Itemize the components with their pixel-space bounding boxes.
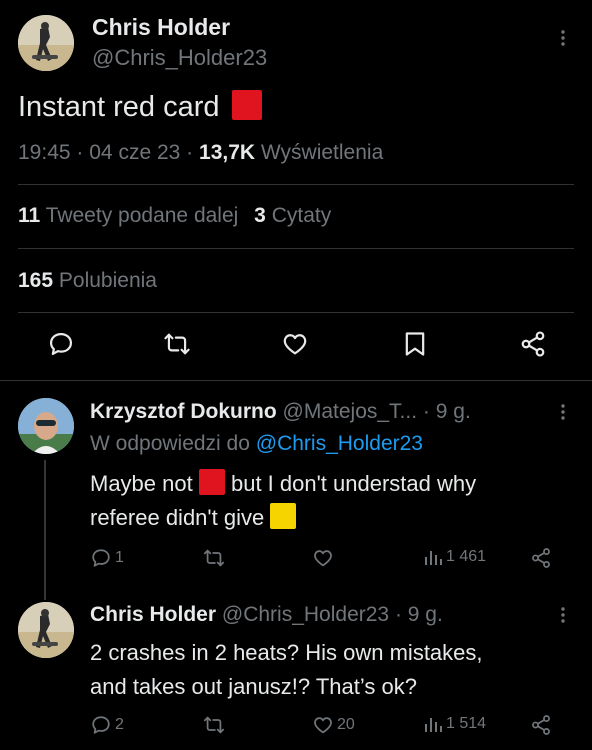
reply-icon: [92, 549, 110, 567]
avatar[interactable]: [18, 15, 74, 71]
like-button[interactable]: 20: [312, 714, 355, 736]
views-button[interactable]: 1 514: [423, 714, 486, 734]
views-label: Wyświetlenia: [260, 141, 384, 164]
reply-text: Maybe not but I don't understad why refe…: [90, 469, 477, 530]
reply-header: Chris Holder @Chris_Holder23 · 9 g.: [90, 603, 443, 626]
likes-stat[interactable]: 165 Polubienia: [18, 269, 157, 293]
divider: [18, 248, 574, 249]
red-card-emoji: [198, 469, 225, 495]
divider: [18, 184, 574, 185]
like-count: 20: [337, 716, 355, 733]
reply-time[interactable]: 9 g.: [436, 400, 471, 423]
yellow-card-emoji: [270, 503, 297, 529]
avatar[interactable]: [18, 602, 74, 658]
views-button[interactable]: 1 461: [423, 547, 486, 567]
tweet-time[interactable]: 19:45: [18, 141, 71, 164]
author-handle[interactable]: @Chris_Holder23: [92, 45, 267, 71]
tweet-text-content: Instant red card: [18, 91, 220, 123]
retweet-button[interactable]: [202, 547, 226, 569]
heart-icon: [314, 717, 332, 734]
more-vertical-icon[interactable]: [556, 402, 570, 426]
avatar-image: [18, 15, 74, 71]
more-vertical-icon[interactable]: [556, 605, 570, 629]
share-icon: [532, 548, 550, 568]
heart-icon: [314, 550, 332, 567]
more-vertical-icon[interactable]: [556, 28, 570, 52]
reply-to: W odpowiedzi do @Chris_Holder23: [90, 432, 423, 455]
reply-icon[interactable]: [47, 330, 75, 358]
share-icon: [532, 715, 550, 735]
reply-header: Krzysztof Dokurno @Matejos_T... · 9 g.: [90, 400, 471, 423]
retweets-stat[interactable]: 11 Tweety podane dalej: [18, 204, 244, 227]
reply-to-handle-link[interactable]: @Chris_Holder23: [256, 432, 423, 455]
avatar-image: [18, 398, 74, 454]
author-name[interactable]: Chris Holder: [90, 603, 216, 626]
bookmark-icon[interactable]: [402, 330, 428, 358]
like-button[interactable]: [312, 547, 334, 569]
share-button[interactable]: [530, 547, 552, 569]
avatar[interactable]: [18, 398, 74, 454]
retweet-icon: [203, 716, 225, 734]
tweet-date[interactable]: 04 cze 23: [89, 141, 180, 164]
reply-icon: [92, 716, 110, 734]
heart-icon[interactable]: [281, 330, 309, 358]
retweet-button[interactable]: [202, 714, 226, 736]
author-handle[interactable]: @Chris_Holder23: [222, 603, 389, 626]
quotes-stat[interactable]: 3 Cytaty: [254, 204, 331, 227]
author-name[interactable]: Chris Holder: [92, 14, 230, 41]
divider: [0, 380, 592, 381]
views-count: 1 514: [446, 715, 487, 732]
red-card-emoji: [231, 90, 262, 120]
engagement-stats: 11 Tweety podane dalej 3 Cytaty: [18, 204, 331, 228]
reply-count: 2: [115, 716, 124, 733]
reply-button[interactable]: 1: [90, 547, 124, 569]
tweet-text: Instant red card: [18, 90, 262, 124]
author-name[interactable]: Krzysztof Dokurno: [90, 400, 277, 423]
retweet-icon[interactable]: [162, 330, 192, 358]
reply-button[interactable]: 2: [90, 714, 124, 736]
author-handle[interactable]: @Matejos_T...: [283, 400, 418, 423]
avatar-image: [18, 602, 74, 658]
divider: [18, 312, 574, 313]
tweet-meta: 19:45 · 04 cze 23 · 13,7K Wyświetlenia: [18, 141, 384, 164]
thread-line: [44, 460, 46, 600]
views-count: 1 461: [446, 548, 487, 565]
reply-count: 1: [115, 549, 124, 566]
reply-actions: 2 20 1 514: [90, 714, 560, 738]
views-icon: [425, 551, 442, 565]
views-count: 13,7K: [199, 141, 256, 164]
retweet-icon: [203, 549, 225, 567]
reply-time[interactable]: 9 g.: [408, 603, 443, 626]
tweet-actions: [0, 330, 592, 366]
share-button[interactable]: [530, 714, 552, 736]
reply-actions: 1 1 461: [90, 547, 560, 571]
share-icon[interactable]: [519, 330, 547, 358]
reply-text: 2 crashes in 2 heats? His own mistakes, …: [90, 640, 483, 699]
views-icon: [425, 718, 442, 732]
